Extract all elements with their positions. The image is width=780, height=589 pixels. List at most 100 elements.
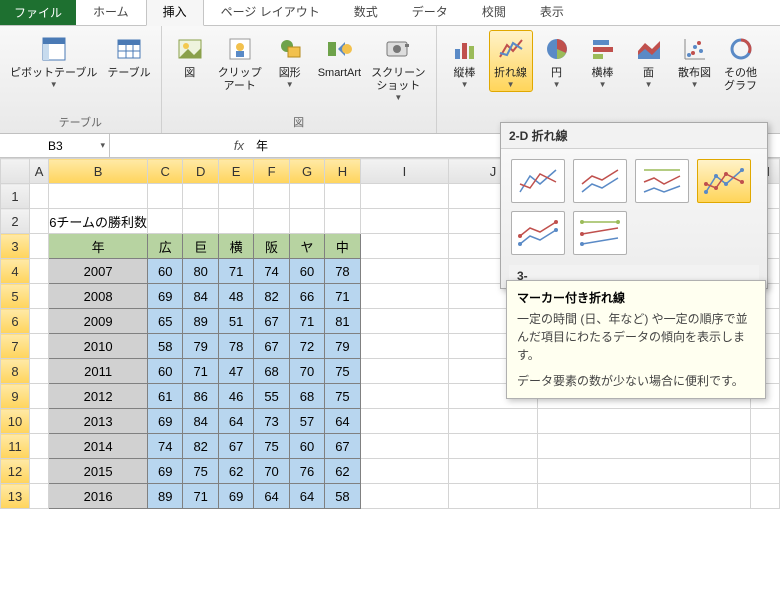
cell[interactable]: 81 [325, 309, 360, 334]
cell[interactable]: 82 [183, 434, 218, 459]
cell[interactable] [751, 409, 780, 434]
row-10[interactable]: 10 [1, 409, 30, 434]
cell[interactable]: 69 [148, 459, 183, 484]
cell[interactable] [218, 209, 253, 234]
row-12[interactable]: 12 [1, 459, 30, 484]
cell[interactable] [449, 434, 538, 459]
cell[interactable]: 60 [289, 259, 324, 284]
clipart-button[interactable]: クリップ アート [214, 30, 266, 96]
shapes-button[interactable]: 図形 ▼ [268, 30, 312, 92]
picture-button[interactable]: 図 [168, 30, 212, 83]
cell[interactable]: 75 [325, 384, 360, 409]
cell[interactable]: 71 [289, 309, 324, 334]
cell[interactable]: 78 [325, 259, 360, 284]
cell[interactable] [29, 234, 48, 259]
tab-page-layout[interactable]: ページ レイアウト [204, 0, 337, 25]
row-7[interactable]: 7 [1, 334, 30, 359]
row-3[interactable]: 3 [1, 234, 30, 259]
cell[interactable] [537, 409, 750, 434]
pivot-table-button[interactable]: ピボットテーブル ▼ [6, 30, 101, 92]
cell[interactable] [29, 334, 48, 359]
cell[interactable] [360, 459, 448, 484]
cell[interactable]: 62 [218, 459, 253, 484]
cell[interactable]: 64 [218, 409, 253, 434]
area-chart-button[interactable]: 面 ▼ [627, 30, 671, 92]
cell[interactable]: 69 [148, 284, 183, 309]
cell[interactable] [360, 434, 448, 459]
cell[interactable] [49, 184, 148, 209]
cell[interactable]: 67 [254, 309, 289, 334]
cell[interactable]: 79 [183, 334, 218, 359]
cell[interactable]: 75 [254, 434, 289, 459]
screenshot-button[interactable]: スクリーン ショット ▼ [367, 30, 429, 105]
line-chart-button[interactable]: 折れ線 ▼ [489, 30, 533, 92]
scatter-chart-button[interactable]: 散布図 ▼ [673, 30, 717, 92]
cell[interactable] [29, 309, 48, 334]
cell[interactable]: 47 [218, 359, 253, 384]
cell[interactable] [289, 209, 324, 234]
cell[interactable] [183, 209, 218, 234]
cell[interactable] [29, 184, 48, 209]
cell[interactable] [29, 484, 48, 509]
cell[interactable]: 79 [325, 334, 360, 359]
cell[interactable] [360, 409, 448, 434]
cell[interactable] [449, 459, 538, 484]
gallery-line[interactable] [511, 159, 565, 203]
cell[interactable]: 68 [289, 384, 324, 409]
gallery-stacked-line[interactable] [573, 159, 627, 203]
gallery-stacked-line-markers[interactable] [511, 211, 565, 255]
cell[interactable] [325, 209, 360, 234]
cell[interactable] [29, 409, 48, 434]
tab-review[interactable]: 校閲 [465, 0, 523, 25]
table-button[interactable]: テーブル [103, 30, 154, 83]
cell[interactable]: 55 [254, 384, 289, 409]
cell[interactable]: 84 [183, 409, 218, 434]
cell[interactable] [29, 359, 48, 384]
cell[interactable] [148, 209, 183, 234]
cell[interactable] [360, 184, 448, 209]
tab-file[interactable]: ファイル [0, 0, 76, 25]
cell[interactable] [29, 459, 48, 484]
gallery-line-markers[interactable] [697, 159, 751, 203]
cell[interactable]: 75 [183, 459, 218, 484]
cell[interactable] [537, 434, 750, 459]
cell[interactable] [360, 259, 448, 284]
cell[interactable]: 80 [183, 259, 218, 284]
cell[interactable] [360, 334, 448, 359]
cell[interactable]: 2012 [49, 384, 148, 409]
cell[interactable] [29, 209, 48, 234]
row-6[interactable]: 6 [1, 309, 30, 334]
cell[interactable]: 中 [325, 234, 360, 259]
tab-view[interactable]: 表示 [523, 0, 581, 25]
cell[interactable]: 62 [325, 459, 360, 484]
pie-chart-button[interactable]: 円 ▼ [535, 30, 579, 92]
cell[interactable]: 阪 [254, 234, 289, 259]
fx-label[interactable]: fx [110, 138, 250, 153]
cell[interactable]: 64 [325, 409, 360, 434]
row-13[interactable]: 13 [1, 484, 30, 509]
column-chart-button[interactable]: 縦棒 ▼ [443, 30, 487, 92]
tab-formulas[interactable]: 数式 [337, 0, 395, 25]
cell[interactable]: 64 [289, 484, 324, 509]
cell[interactable]: 89 [183, 309, 218, 334]
tab-data[interactable]: データ [395, 0, 465, 25]
cell[interactable]: 74 [148, 434, 183, 459]
cell[interactable]: 58 [325, 484, 360, 509]
cell[interactable] [537, 459, 750, 484]
gallery-100stacked-line-markers[interactable] [573, 211, 627, 255]
cell[interactable]: 2011 [49, 359, 148, 384]
col-A[interactable]: A [29, 159, 48, 184]
col-B[interactable]: B [49, 159, 148, 184]
cell[interactable] [29, 434, 48, 459]
cell[interactable]: 74 [254, 259, 289, 284]
cell[interactable] [29, 259, 48, 284]
cell[interactable]: 70 [254, 459, 289, 484]
cell[interactable]: 70 [289, 359, 324, 384]
cell[interactable]: 65 [148, 309, 183, 334]
cell[interactable]: 年 [49, 234, 148, 259]
cell[interactable] [29, 284, 48, 309]
cell[interactable]: 横 [218, 234, 253, 259]
row-11[interactable]: 11 [1, 434, 30, 459]
cell[interactable]: 60 [148, 359, 183, 384]
cell[interactable]: 2010 [49, 334, 148, 359]
